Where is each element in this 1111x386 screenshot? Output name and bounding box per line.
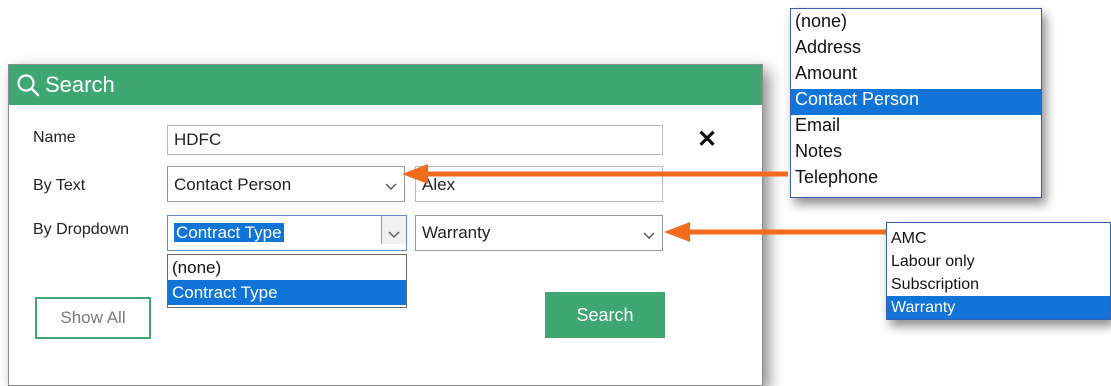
list-item[interactable]: Address [791,37,1041,63]
bytext-label: By Text [33,177,86,194]
list-item[interactable]: Email [791,115,1041,141]
list-item[interactable]: AMC [887,227,1110,250]
bydropdown-field-selected: Contract Type [174,223,284,242]
bytext-field-select[interactable]: Contact Person [167,166,405,202]
name-input[interactable]: HDFC [167,125,663,155]
bydropdown-value-selected: Warranty [422,223,491,242]
chevron-down-icon [385,183,397,190]
panel-title: Search [45,72,115,97]
list-item[interactable]: Contract Type [168,280,406,305]
search-button[interactable]: Search [545,292,665,338]
search-panel-header: Search [9,65,762,105]
bydropdown-value-select[interactable]: Warranty [415,215,663,251]
search-icon [17,74,40,97]
list-item[interactable]: Notes [791,141,1041,167]
close-icon[interactable]: ✕ [697,125,717,154]
list-item[interactable]: (none) [168,255,406,280]
bydropdown-label: By Dropdown [33,221,130,238]
bydropdown-field-options: (none) Contract Type [167,254,407,308]
text-field-options-list: (none) Address Amount Contact Person Ema… [790,8,1042,198]
list-item[interactable]: Contact Person [791,89,1041,115]
bydropdown-field-select[interactable]: Contract Type [167,215,407,251]
dropdown-value-options-list: AMC Labour only Subscription Warranty [886,222,1111,320]
search-panel: Search Name HDFC ✕ By Text Contact Perso… [8,64,763,386]
show-all-button[interactable]: Show All [35,297,151,339]
arrow-to-text-field [402,164,788,184]
name-label: Name [33,129,76,146]
list-item[interactable]: (none) [791,11,1041,37]
arrow-to-dropdown-value [664,222,886,242]
list-item[interactable]: Amount [791,63,1041,89]
list-item[interactable]: Warranty [887,296,1110,319]
list-item[interactable]: Telephone [791,167,1041,193]
list-item[interactable]: Subscription [887,273,1110,296]
chevron-down-icon [643,232,655,239]
list-item[interactable]: Labour only [887,250,1110,273]
bytext-field-selected: Contact Person [174,175,292,194]
chevron-down-icon [388,231,400,238]
dropdown-button[interactable] [381,216,406,244]
